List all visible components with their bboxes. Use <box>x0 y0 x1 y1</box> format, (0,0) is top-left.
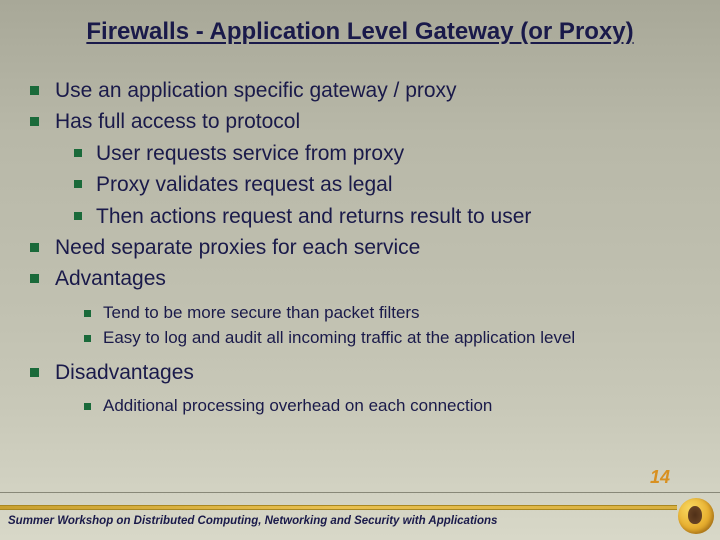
bullet-text: Proxy validates request as legal <box>96 170 393 199</box>
bullet-text: Disadvantages <box>55 358 194 387</box>
bullet-square-icon <box>84 310 91 317</box>
bullet-text: User requests service from proxy <box>96 139 404 168</box>
bullet-text: Has full access to protocol <box>55 107 300 136</box>
logo-icon <box>678 498 714 534</box>
bullet-square-icon <box>74 149 82 157</box>
bullet-item-sub: Proxy validates request as legal <box>30 170 690 199</box>
bullet-item: Advantages <box>30 264 690 293</box>
footer-divider-bar <box>0 505 677 510</box>
footer: Summer Workshop on Distributed Computing… <box>0 492 720 540</box>
footer-text: Summer Workshop on Distributed Computing… <box>8 515 497 527</box>
bullet-item-sub: Tend to be more secure than packet filte… <box>30 302 690 325</box>
bullet-text: Need separate proxies for each service <box>55 233 420 262</box>
bullet-text: Tend to be more secure than packet filte… <box>103 302 420 325</box>
bullet-item: Disadvantages <box>30 358 690 387</box>
bullet-square-icon <box>30 274 39 283</box>
bullet-item: Use an application specific gateway / pr… <box>30 76 690 105</box>
slide-title: Firewalls - Application Level Gateway (o… <box>0 0 720 46</box>
bullet-text: Then actions request and returns result … <box>96 202 531 231</box>
bullet-text: Advantages <box>55 264 166 293</box>
bullet-item: Need separate proxies for each service <box>30 233 690 262</box>
bullet-square-icon <box>74 180 82 188</box>
bullet-item-sub: Easy to log and audit all incoming traff… <box>30 327 690 350</box>
bullet-item-sub: Then actions request and returns result … <box>30 202 690 231</box>
page-number: 14 <box>650 467 670 488</box>
bullet-item-sub: User requests service from proxy <box>30 139 690 168</box>
bullet-square-icon <box>84 335 91 342</box>
bullet-text: Additional processing overhead on each c… <box>103 395 492 418</box>
bullet-square-icon <box>30 117 39 126</box>
slide-content: Use an application specific gateway / pr… <box>0 46 720 418</box>
bullet-square-icon <box>74 212 82 220</box>
bullet-text: Use an application specific gateway / pr… <box>55 76 457 105</box>
bullet-square-icon <box>84 403 91 410</box>
bullet-item-sub: Additional processing overhead on each c… <box>30 395 690 418</box>
bullet-square-icon <box>30 86 39 95</box>
bullet-text: Easy to log and audit all incoming traff… <box>103 327 575 350</box>
bullet-square-icon <box>30 368 39 377</box>
bullet-square-icon <box>30 243 39 252</box>
bullet-item: Has full access to protocol <box>30 107 690 136</box>
